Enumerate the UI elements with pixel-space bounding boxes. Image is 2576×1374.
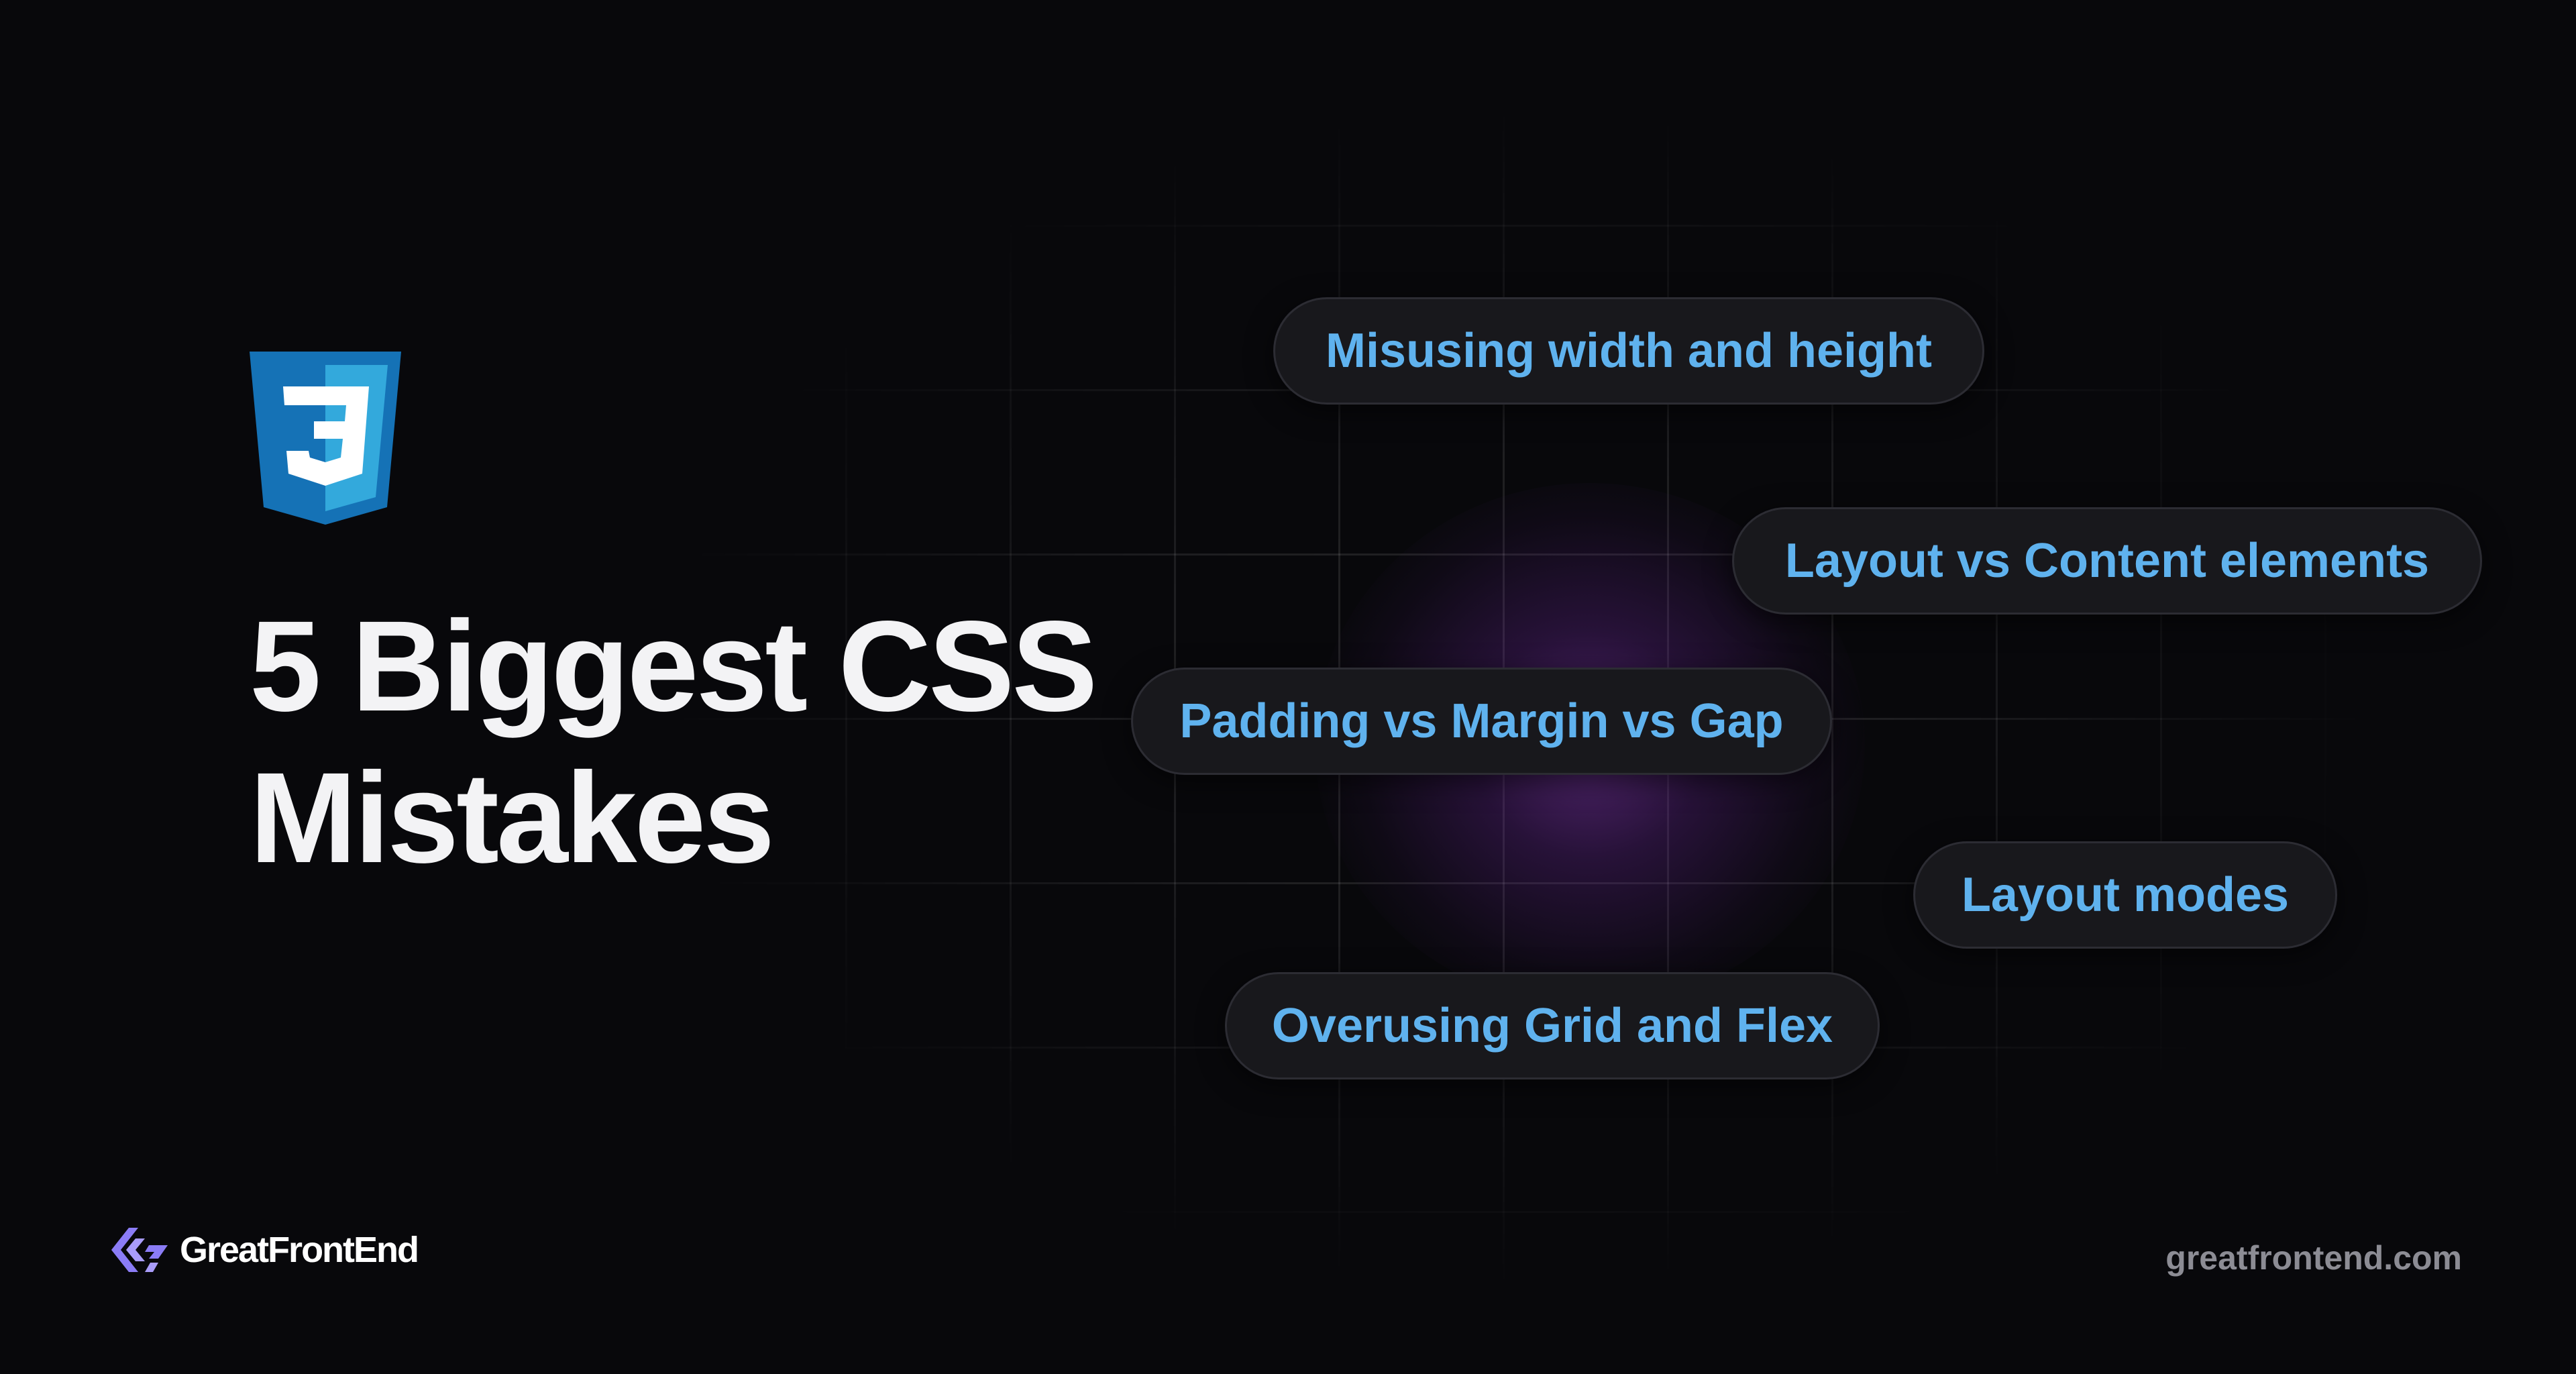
brand-name: GreatFrontEnd: [180, 1230, 419, 1270]
title-line-1: 5 Biggest CSS: [250, 594, 1097, 738]
mistake-pill-grid-flex: Overusing Grid and Flex: [1225, 972, 1880, 1079]
site-url: greatfrontend.com: [2165, 1239, 2462, 1277]
title-line-2: Mistakes: [250, 745, 775, 890]
brand-logo: GreatFrontEnd: [109, 1225, 419, 1275]
mistake-pill-padding-margin-gap: Padding vs Margin vs Gap: [1131, 668, 1832, 775]
greatfrontend-logo-icon: [111, 1228, 168, 1272]
banner-canvas: 5 Biggest CSS Mistakes Misusing width an…: [0, 0, 2576, 1374]
mistake-pill-layout-content: Layout vs Content elements: [1732, 507, 2482, 615]
mistake-pill-layout-modes: Layout modes: [1913, 841, 2337, 949]
mistake-pill-width-height: Misusing width and height: [1273, 297, 1984, 405]
css3-shield-icon: [250, 352, 401, 525]
page-title: 5 Biggest CSS Mistakes: [250, 590, 1097, 894]
